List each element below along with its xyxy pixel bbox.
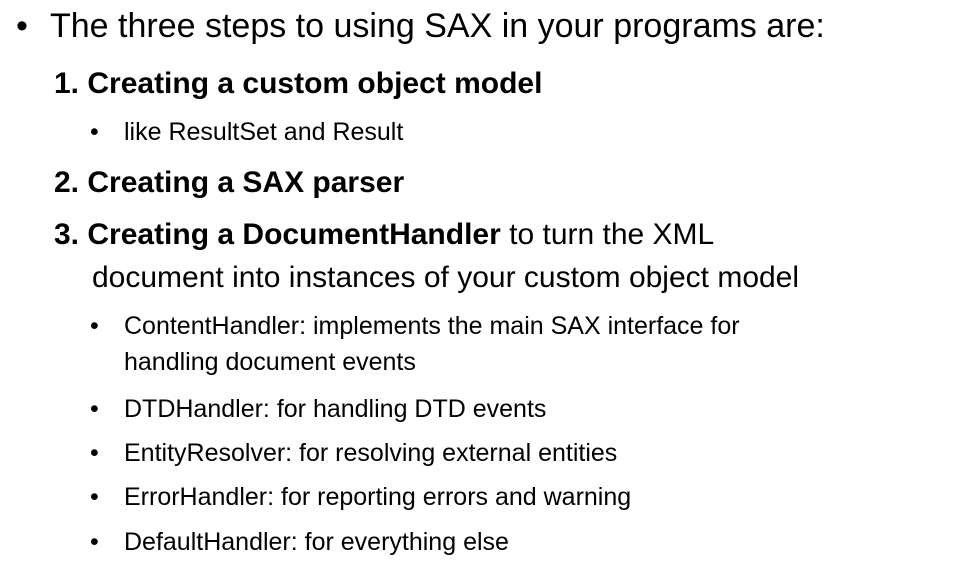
step-3-rest: to turn the XML [509, 218, 715, 251]
step-3-sub-text: DefaultHandler: for everything else [124, 528, 509, 556]
step-1: 1. Creating a custom object model [54, 64, 542, 104]
step-3-continuation: document into instances of your custom o… [92, 261, 800, 294]
step-2: 2. Creating a SAX parser [54, 163, 404, 203]
step-3-title: Creating a DocumentHandler [87, 218, 501, 251]
step-3-number: 3. [54, 218, 88, 251]
step-1-sub-text: like ResultSet and Result [124, 118, 404, 146]
step-2-number: 2. [54, 166, 88, 199]
step-2-title: Creating a SAX parser [87, 166, 405, 199]
step-3-sub-text: ErrorHandler: for reporting errors and w… [124, 483, 632, 511]
bullet-icon: • [90, 439, 99, 467]
step-3: 3. Creating a DocumentHandler to turn th… [54, 215, 714, 255]
bullet-icon: • [90, 483, 99, 511]
bullet-icon: • [90, 118, 99, 146]
step-3-sub-text: EntityResolver: for resolving external e… [124, 439, 618, 467]
bullet-icon: • [16, 7, 28, 45]
slide: • The three steps to using SAX in your p… [0, 0, 953, 574]
step-1-title: Creating a custom object model [87, 67, 543, 100]
step-3-sub-text: DTDHandler: for handling DTD events [124, 395, 547, 423]
step-3-sub-continuation: handling document events [124, 348, 416, 376]
step-1-number: 1. [54, 67, 88, 100]
intro-text: The three steps to using SAX in your pro… [50, 7, 825, 45]
bullet-icon: • [90, 395, 99, 423]
step-3-sub-text: ContentHandler: implements the main SAX … [124, 312, 740, 340]
bullet-icon: • [90, 528, 99, 556]
bullet-icon: • [90, 312, 99, 340]
